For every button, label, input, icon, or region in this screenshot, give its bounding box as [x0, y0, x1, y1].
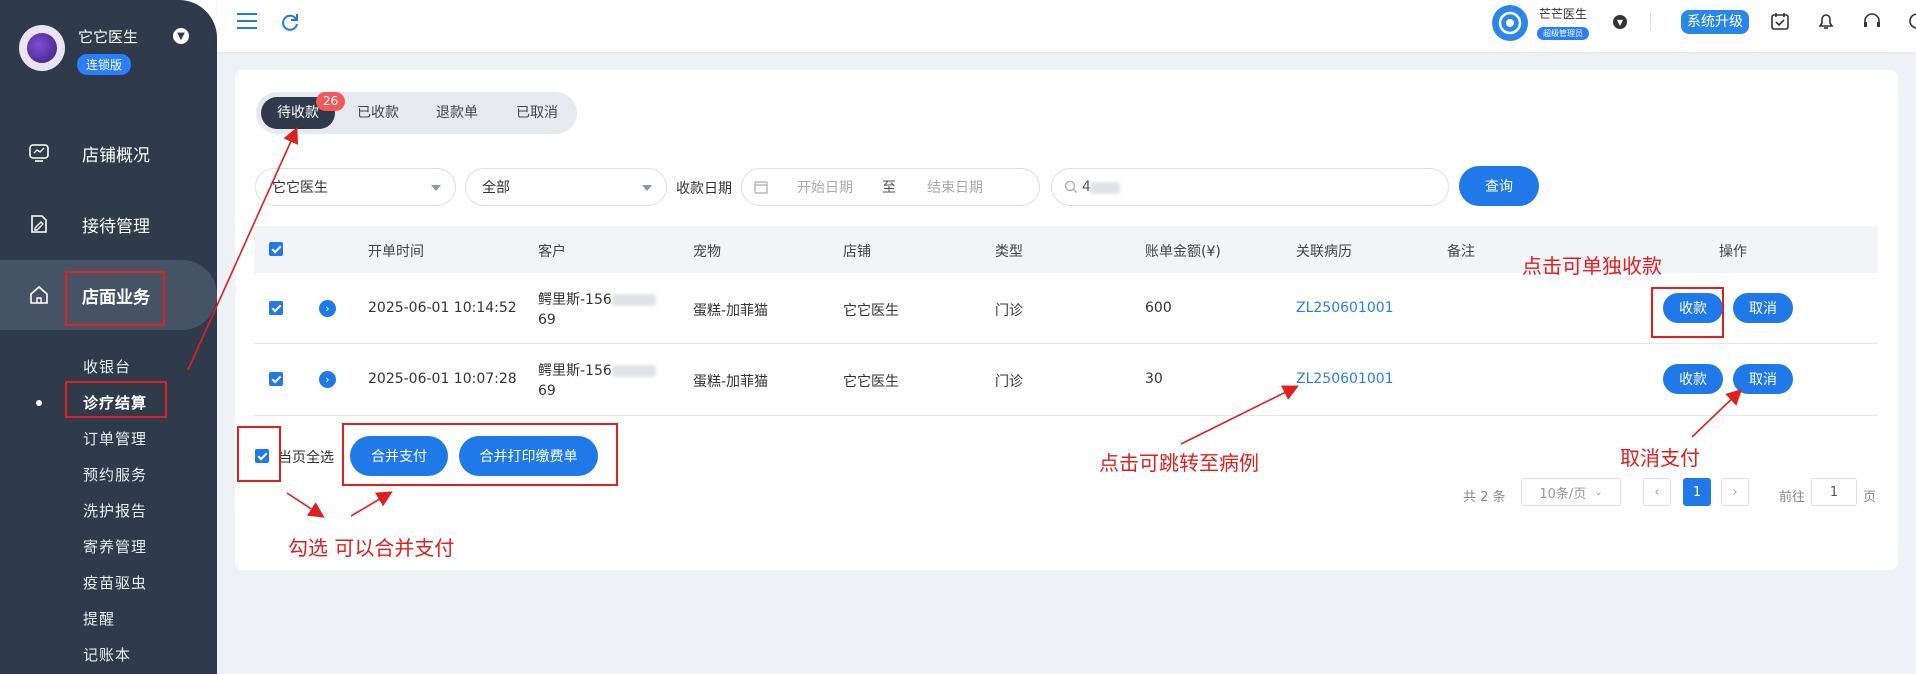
arrow-to-record-link — [1180, 385, 1299, 445]
arrow-to-cancel-button — [1691, 388, 1743, 438]
arrow-to-merge-buttons — [350, 491, 393, 517]
annotation-arrows — [187, 127, 1743, 518]
arrow-to-pending-tab — [187, 127, 299, 371]
arrow-to-select-all — [286, 492, 325, 518]
